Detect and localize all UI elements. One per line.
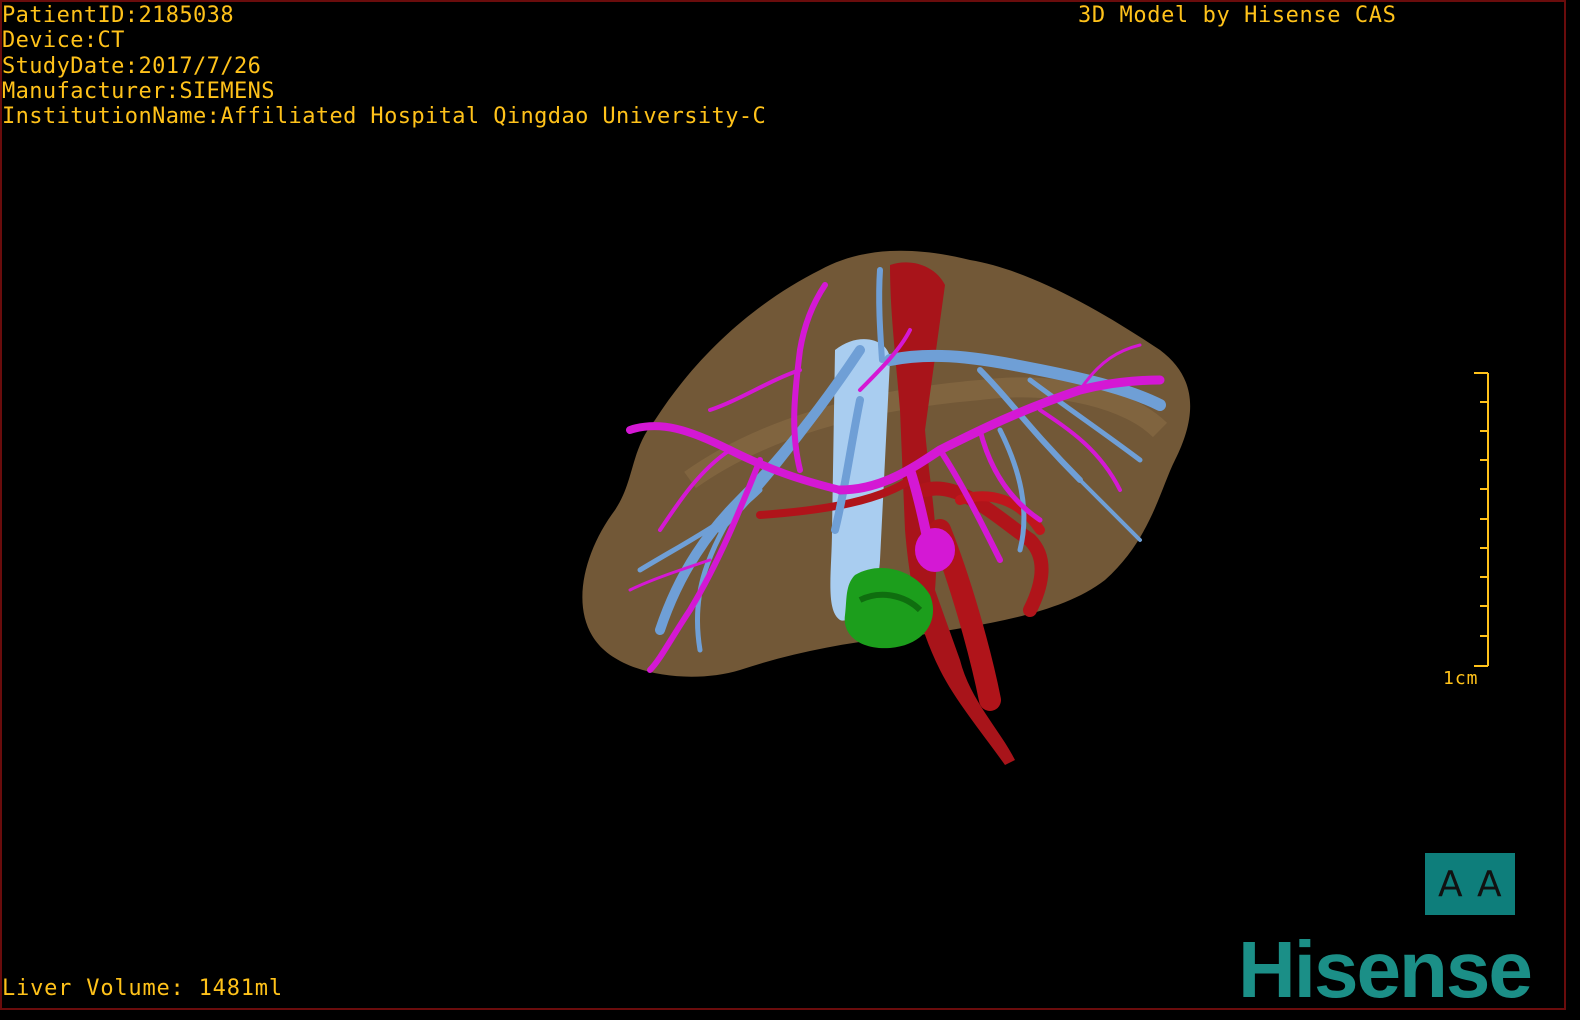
study-date: StudyDate:2017/7/26 [2,53,262,79]
portal-confluence [915,528,955,572]
orientation-toggle-button[interactable]: A A [1425,853,1515,915]
institution-name: InstitutionName:Affiliated Hospital Qing… [2,104,767,130]
scale-label: 1cm [1443,668,1479,689]
brand-caption: 3D Model by Hisense CAS [1078,3,1397,28]
manufacturer: Manufacturer:SIEMENS [2,78,275,104]
scale-bar [1474,372,1489,667]
dicom-info-overlay: PatientID:2185038 Device:CT StudyDate:20… [2,3,766,129]
device: Device:CT [2,28,125,54]
patient-id: PatientID:2185038 [2,3,234,28]
liver-3d-model[interactable] [560,230,1220,790]
liver-volume: Liver Volume: 1481ml [2,976,283,1001]
orientation-left-glyph: A [1438,863,1463,905]
orientation-right-glyph: A [1477,863,1502,905]
hisense-logo: Hisense [1238,925,1533,1014]
